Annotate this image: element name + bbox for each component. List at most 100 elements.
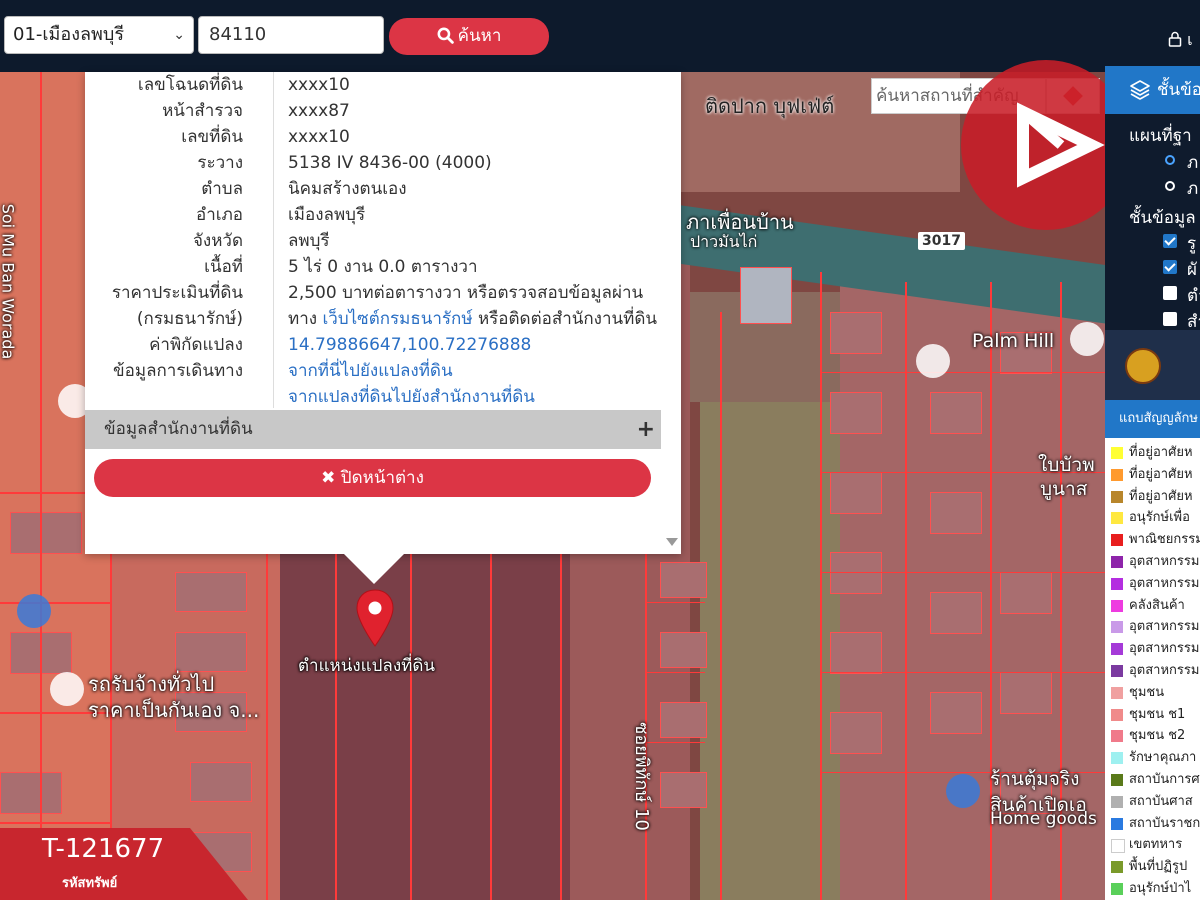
layers-panel: แผนที่ฐา ภ ภ ชั้นข้อมูล รู ผั ตำ สำ — [1105, 114, 1200, 330]
legend-swatch — [1111, 817, 1123, 830]
basemap-radio-1[interactable] — [1165, 155, 1175, 165]
close-icon: ✖ — [321, 468, 336, 488]
layer-label-2: ผั — [1187, 260, 1197, 280]
legend-item: รักษาคุณภา — [1109, 747, 1200, 769]
legend-label: เขตทหาร — [1129, 837, 1183, 853]
legend-swatch — [1111, 730, 1123, 743]
directions-to-parcel-link[interactable]: จากที่นี่ไปยังแปลงที่ดิน — [288, 361, 453, 381]
info-label: อำเภอ — [196, 205, 243, 225]
district-select[interactable]: 01-เมืองลพบุรี ⌄ — [4, 16, 194, 54]
info-row: เลขโฉนดที่ดิน xxxx10 — [85, 72, 665, 98]
info-value: 5 ไร่ 0 งาน 0.0 ตารางวา — [288, 257, 478, 277]
legend-label: อนุรักษ์ป่าไ — [1129, 881, 1192, 896]
legend-label: รักษาคุณภา — [1129, 750, 1197, 766]
basemap-option-2: ภ — [1187, 179, 1199, 199]
price-value-prefix: ทาง — [288, 309, 323, 329]
legend-label: อุตสาหกรรม — [1129, 554, 1200, 569]
legend-item: ที่อยู่อาศัยห — [1109, 464, 1200, 486]
info-label: ตำบล — [201, 179, 243, 199]
legend-item: สถาบันศาส — [1109, 791, 1200, 813]
layer-checkbox-4[interactable] — [1163, 312, 1177, 326]
legend-item: เขตทหาร — [1109, 834, 1200, 856]
chevron-down-icon: ⌄ — [173, 27, 185, 43]
legend-label: อุตสาหกรรม — [1129, 641, 1200, 657]
plus-icon: + — [636, 417, 655, 442]
info-value: 5138 IV 8436-00 (4000) — [288, 153, 492, 173]
coord-label: ค่าพิกัดแปลง — [149, 335, 243, 355]
layer-checkbox-3[interactable] — [1163, 286, 1177, 300]
search-icon — [437, 27, 454, 44]
legend-swatch — [1111, 556, 1123, 568]
info-label: จังหวัด — [192, 231, 243, 251]
info-value: xxxx87 — [288, 101, 350, 121]
layer-checkbox-1[interactable] — [1163, 234, 1177, 248]
shopping-icon[interactable] — [946, 774, 980, 808]
legend-item: ชุมชน ช2 — [1109, 725, 1200, 747]
info-value: ลพบุรี — [288, 231, 330, 251]
legend-label: พาณิชยกรรม — [1129, 532, 1200, 548]
legend-swatch — [1111, 665, 1123, 677]
poi-icon[interactable] — [17, 594, 51, 628]
property-code: T-121677 — [42, 834, 165, 864]
legend-swatch — [1111, 795, 1123, 808]
map-label-right-2: บูนาส — [1040, 478, 1088, 500]
search-button-label: ค้นหา — [457, 26, 502, 46]
zip-input[interactable]: 84110 — [198, 16, 384, 54]
close-popup-button[interactable]: ✖ ปิดหน้าต่าง — [94, 459, 651, 497]
legend-list: ที่อยู่อาศัยห ที่อยู่อาศัยห ที่อยู่อาศัยหอ… — [1105, 438, 1200, 900]
legend-label: อุตสาหกรรม — [1129, 619, 1200, 635]
legend-item: ที่อยู่อาศัยห — [1109, 486, 1200, 508]
poi-icon[interactable] — [1070, 322, 1104, 356]
legend-item: ชุมชน — [1109, 682, 1200, 704]
directions-to-office-link[interactable]: จากแปลงที่ดินไปยังสำนักงานที่ดิน — [288, 387, 535, 407]
land-office-section-toggle[interactable]: ข้อมูลสำนักงานที่ดิน + — [85, 410, 661, 449]
layers-panel-header[interactable]: ชั้นข้อ — [1105, 66, 1200, 114]
info-row: เลขที่ดิน xxxx10 — [85, 124, 665, 150]
layer-checkbox-2[interactable] — [1163, 260, 1177, 274]
road-number-badge: 3017 — [918, 232, 965, 250]
property-code-caption: รหัสทรัพย์ — [62, 876, 118, 891]
legend-label: คลังสินค้า — [1129, 597, 1185, 613]
info-label: ระวาง — [197, 153, 243, 173]
price-label: ราคาประเมินที่ดิน — [111, 283, 243, 303]
poi-icon[interactable] — [916, 344, 950, 378]
info-value: xxxx10 — [288, 127, 350, 147]
legend-item: พาณิชยกรรม — [1109, 529, 1200, 551]
login-button[interactable]: เ — [1168, 28, 1193, 53]
search-button[interactable]: ค้นหา — [389, 18, 549, 55]
legend-item: ที่อยู่อาศัยห — [1109, 442, 1200, 464]
treasury-website-link[interactable]: เว็บไซต์กรมธนารักษ์ — [322, 309, 472, 329]
legend-item: คลังสินค้า — [1109, 595, 1200, 617]
agency-emblem — [1125, 348, 1161, 384]
layer-label-3: ตำ — [1187, 286, 1200, 306]
legend-label: พื้นที่ปฏิรูป — [1129, 859, 1188, 875]
legend-item: ชุมชน ช1 — [1109, 704, 1200, 726]
legend-item: อุตสาหกรรม — [1109, 551, 1200, 573]
poi-icon[interactable] — [50, 672, 84, 706]
map-label-restaurant: ติดปาก บุฟเฟ่ต์ — [705, 94, 835, 118]
legend-label: ที่อยู่อาศัยห — [1129, 466, 1193, 482]
info-label: เนื้อที่ — [204, 257, 243, 277]
legend-item: สถาบันราชก — [1109, 813, 1200, 835]
coord-link[interactable]: 14.79886647,100.72276888 — [288, 335, 531, 355]
legend-item: อนุรักษ์เพื่อ — [1109, 507, 1200, 529]
legend-label: อนุรักษ์เพื่อ — [1129, 510, 1190, 526]
layers-icon — [1130, 80, 1150, 100]
scroll-down-icon[interactable] — [666, 538, 678, 546]
layer-label-1: รู — [1187, 234, 1197, 254]
basemap-radio-2[interactable] — [1165, 181, 1175, 191]
info-row-coord: ค่าพิกัดแปลง 14.79886647,100.72276888 — [85, 332, 665, 358]
legend-swatch — [1111, 883, 1123, 895]
legend-item: อุตสาหกรรม — [1109, 616, 1200, 638]
legend-label: สถาบันราชก — [1129, 815, 1200, 831]
legend-swatch — [1111, 577, 1123, 590]
info-value: เมืองลพบุรี — [288, 205, 366, 225]
info-label: เลขโฉนดที่ดิน — [137, 75, 243, 95]
info-row-travel: ข้อมูลการเดินทาง จากที่นี่ไปยังแปลงที่ดิ… — [85, 358, 665, 384]
map-label-car-rental-2: ราคาเป็นกันเอง จ... — [88, 698, 260, 722]
info-label: เลขที่ดิน — [181, 127, 243, 147]
location-pin-icon[interactable] — [355, 588, 395, 648]
legend-swatch — [1111, 686, 1123, 699]
legend-item: อุตสาหกรรม — [1109, 660, 1200, 682]
legend-item: อุตสาหกรรม — [1109, 573, 1200, 595]
